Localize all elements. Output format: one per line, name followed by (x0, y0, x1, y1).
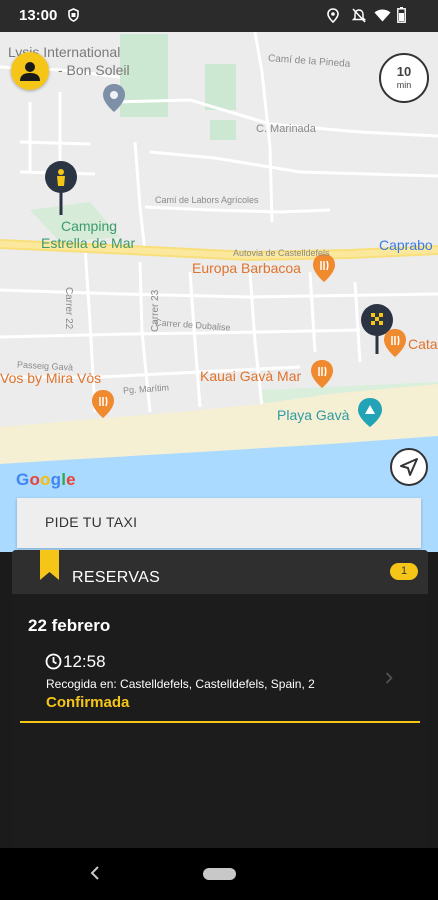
eta-unit: min (396, 80, 412, 90)
reservations-count-badge: 1 (390, 563, 418, 580)
map-label-caprabo: Caprabo (379, 237, 433, 253)
map-view[interactable]: Lysis International - Bon Soleil Camí de… (0, 32, 438, 552)
request-taxi-label: PIDE TU TAXI (45, 514, 138, 530)
wifi-icon (374, 9, 391, 22)
map-label-cata: Cata (408, 336, 438, 352)
map-label-cami-labors: Camí de Labors Agrícoles (155, 195, 259, 205)
clock-icon (45, 653, 62, 670)
status-bar: 13:00 (0, 0, 438, 32)
map-label-kauai: Kauai Gavà Mar (200, 368, 302, 384)
map-label-carrer-22: Carrer 22 (63, 287, 74, 330)
system-nav-bar (0, 848, 438, 900)
location-icon (327, 8, 339, 23)
reservation-date: 22 febrero (28, 616, 111, 635)
reservation-divider (20, 721, 420, 723)
map-label-c-marinada: C. Marinada (256, 123, 316, 135)
my-location-button[interactable] (390, 448, 428, 486)
back-icon[interactable] (90, 866, 100, 880)
home-pill[interactable] (203, 868, 236, 880)
eta-badge: 10 min (379, 53, 429, 103)
reservation-time: 12:58 (63, 652, 106, 671)
person-icon (20, 62, 40, 81)
reservations-title: RESERVAS (72, 569, 161, 586)
map-label-vos: Vos by Mira Vòs (0, 370, 102, 386)
profile-button[interactable] (11, 52, 49, 90)
bookmark-icon (40, 550, 59, 580)
battery-icon (397, 7, 406, 23)
chevron-right-icon[interactable] (385, 672, 393, 684)
reservation-pickup: Recogida en: Castelldefels, Castelldefel… (46, 677, 315, 691)
map-label-camping-1: Camping (61, 218, 118, 234)
navigation-arrow-icon (400, 458, 418, 476)
reservation-status: Confirmada (46, 694, 130, 711)
shield-icon (68, 8, 79, 22)
map-label-autovia: Autovia de Castelldefels (233, 248, 330, 258)
map-label-playa-gava: Playa Gavà (277, 407, 350, 423)
eta-value: 10 (396, 64, 412, 79)
map-label-camping-2: Estrella de Mar (41, 235, 136, 251)
map-label-hotel-2: - Bon Soleil (58, 62, 130, 78)
request-taxi-button[interactable]: PIDE TU TAXI (17, 498, 421, 548)
reservations-panel: RESERVAS 1 22 febrero 12:58 Recogida en:… (12, 550, 428, 848)
notifications-off-icon (352, 8, 366, 23)
status-time: 13:00 (19, 7, 58, 24)
google-logo: Google (16, 470, 76, 489)
reservations-header[interactable]: RESERVAS 1 (12, 550, 428, 594)
map-label-europa-barbacoa: Europa Barbacoa (192, 260, 301, 276)
